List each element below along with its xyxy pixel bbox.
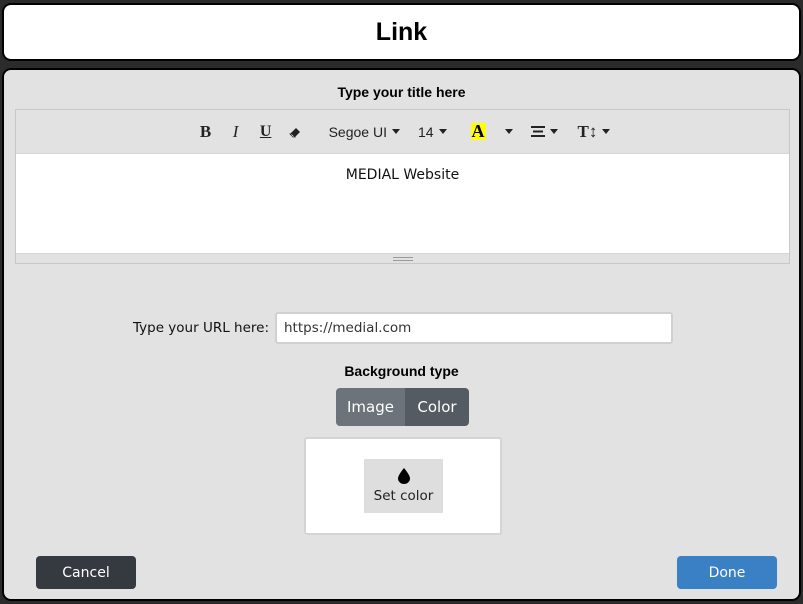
italic-button[interactable]: I bbox=[225, 122, 247, 142]
line-height-icon: T↕ bbox=[577, 121, 598, 141]
dialog-header: Link bbox=[2, 3, 801, 61]
background-color-button[interactable]: Color bbox=[405, 388, 469, 426]
set-color-label: Set color bbox=[373, 488, 434, 504]
chevron-down-icon bbox=[549, 129, 558, 134]
eraser-icon[interactable] bbox=[285, 126, 307, 138]
font-family-value: Segoe UI bbox=[328, 123, 387, 140]
dialog-body: Type your title here B I U Segoe UI 14 A bbox=[2, 68, 801, 601]
title-field-label: Type your title here bbox=[337, 84, 466, 100]
done-button[interactable]: Done bbox=[677, 556, 777, 589]
editor-resize-handle[interactable] bbox=[16, 253, 789, 263]
grip-icon bbox=[392, 256, 413, 261]
background-type-label: Background type bbox=[344, 363, 459, 379]
url-input[interactable] bbox=[275, 312, 673, 344]
line-height-dropdown[interactable]: T↕ bbox=[578, 122, 611, 142]
url-label: Type your URL here: bbox=[133, 320, 269, 336]
font-size-value: 14 bbox=[417, 123, 434, 140]
highlight-color-dropdown[interactable] bbox=[500, 129, 513, 134]
droplet-icon bbox=[397, 468, 410, 484]
chevron-down-icon bbox=[504, 129, 513, 134]
chevron-down-icon bbox=[391, 129, 400, 134]
highlight-icon: A bbox=[470, 121, 486, 141]
background-image-button[interactable]: Image bbox=[336, 388, 405, 426]
bold-button[interactable]: B bbox=[195, 122, 217, 142]
editor-toolbar: B I U Segoe UI 14 A T↕ bbox=[16, 110, 789, 154]
font-size-dropdown[interactable]: 14 bbox=[418, 124, 447, 140]
cancel-button[interactable]: Cancel bbox=[36, 556, 136, 589]
set-color-button[interactable]: Set color bbox=[364, 459, 443, 513]
underline-button[interactable]: U bbox=[255, 123, 277, 141]
chevron-down-icon bbox=[602, 129, 611, 134]
highlight-color-button[interactable]: A bbox=[470, 121, 486, 141]
chevron-down-icon bbox=[438, 129, 447, 134]
background-type-toggle: Image Color bbox=[336, 388, 469, 426]
font-family-dropdown[interactable]: Segoe UI bbox=[329, 124, 400, 140]
title-editor-content[interactable]: MEDIAL Website bbox=[16, 154, 789, 254]
background-preview: Set color bbox=[304, 437, 502, 535]
url-row: Type your URL here: bbox=[133, 312, 673, 344]
dialog-title: Link bbox=[375, 17, 428, 46]
align-center-icon bbox=[530, 126, 545, 137]
rich-text-editor: B I U Segoe UI 14 A T↕ MEDIAL Website bbox=[15, 109, 790, 264]
align-dropdown[interactable] bbox=[530, 126, 558, 137]
